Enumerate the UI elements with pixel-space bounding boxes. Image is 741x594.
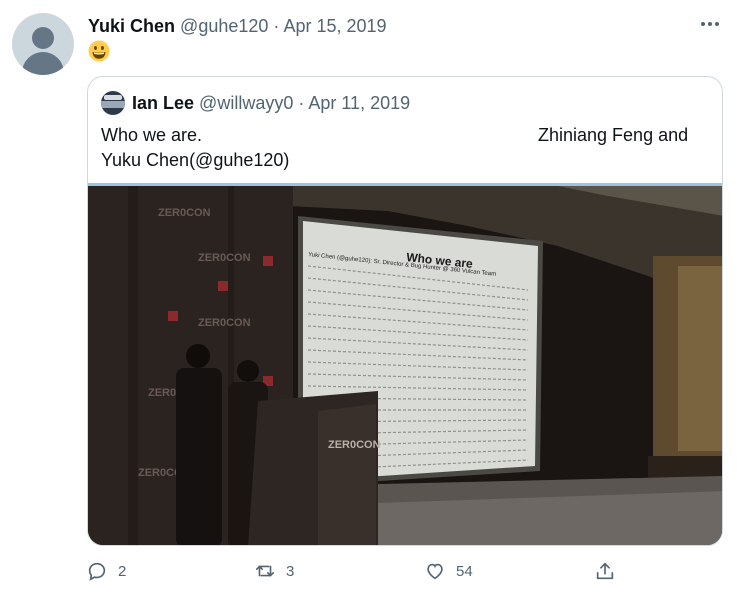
svg-text:ZER0CON: ZER0CON (158, 207, 211, 219)
tweet-actions: 2 3 54 (86, 558, 646, 584)
share-button[interactable] (594, 558, 616, 584)
quoted-text-line2: Yuku Chen(@guhe120) (101, 150, 290, 170)
quoted-text-line1: Who we are. (101, 125, 203, 145)
smiling-face-icon (88, 40, 110, 62)
avatar-head-shape (32, 27, 54, 49)
svg-text:ZER0CON: ZER0CON (198, 317, 251, 329)
svg-text:ZER0CON: ZER0CON (198, 252, 251, 264)
author-name[interactable]: Yuki Chen (88, 16, 175, 36)
avatar-body-shape (22, 52, 64, 75)
reply-count: 2 (118, 562, 127, 580)
quoted-tweet[interactable]: Ian Lee @willwayy0 · Apr 11, 2019 Who we… (87, 76, 723, 546)
quoted-separator: · (298, 93, 305, 113)
tweet-date[interactable]: Apr 15, 2019 (283, 16, 386, 36)
quoted-author-avatar[interactable] (101, 91, 125, 115)
retweet-button[interactable]: 3 (254, 558, 294, 584)
quoted-date[interactable]: Apr 11, 2019 (308, 93, 410, 113)
more-options-icon[interactable] (701, 22, 719, 26)
conference-photo[interactable]: ZER0CON ZER0CON ZER0CON ZER0CON ZER0CON … (88, 186, 723, 546)
retweet-icon (255, 565, 275, 577)
author-handle[interactable]: @guhe120 (180, 16, 268, 36)
like-button[interactable]: 54 (424, 558, 473, 584)
quoted-author-handle[interactable]: @willwayy0 (199, 93, 293, 113)
retweet-count: 3 (286, 562, 295, 580)
quoted-avatar-band (101, 101, 125, 108)
reply-icon (88, 562, 106, 581)
quoted-text-line1-right: Zhiniang Feng and (538, 125, 689, 145)
podium-brand: ZER0CON (328, 439, 381, 451)
like-count: 54 (456, 562, 473, 580)
reply-button[interactable]: 2 (86, 558, 126, 584)
quoted-avatar-highlight (104, 95, 122, 100)
quoted-header: Ian Lee @willwayy0 · Apr 11, 2019 (132, 91, 410, 115)
quoted-author-name[interactable]: Ian Lee (132, 93, 194, 113)
tweet-header: Yuki Chen @guhe120 · Apr 15, 2019 (88, 14, 387, 38)
author-avatar[interactable] (12, 13, 74, 75)
heart-icon (427, 563, 443, 580)
header-separator: · (273, 16, 280, 36)
share-icon (596, 562, 614, 580)
